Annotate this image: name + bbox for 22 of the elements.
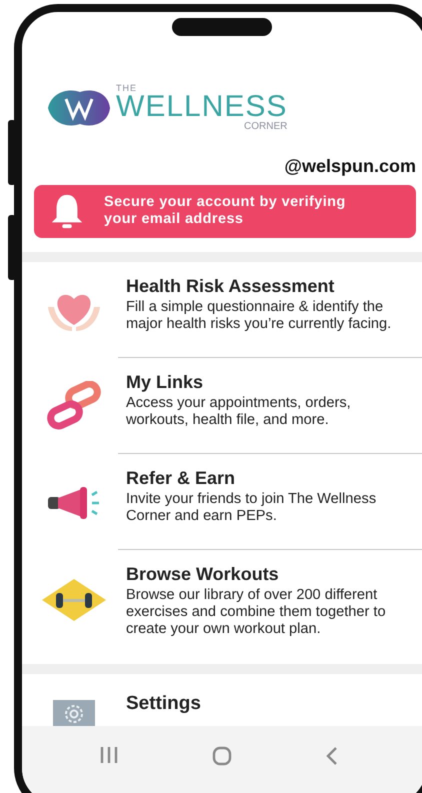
menu-item[interactable]: Refer & Earn Invite your friends to join The Wellness Corner and earn PEPs. <box>22 454 422 550</box>
menu-item-description: Access your appointments, orders, workouts, health file, and more. <box>126 395 352 429</box>
recent-apps-icon[interactable] <box>98 746 119 764</box>
menu-item[interactable]: Health Risk Assessment Fill a simple questionnaire & identify the major health risks you’re currently facing. <box>22 262 422 358</box>
menu-item-title: Health Risk Assessment <box>126 276 336 297</box>
chain-link-icon <box>44 381 104 431</box>
settings-item[interactable]: Settings <box>22 674 422 726</box>
logo-text: THE <box>116 84 138 93</box>
verify-email-banner[interactable]: Secure your account by verifying your email address <box>34 185 416 238</box>
menu-item-description: Browse our library of over 200 different exercises and combine them together to create your own workout plan. <box>126 587 387 638</box>
menu-item[interactable]: My Links Access your appointments, orders, workouts, health file, and more. <box>22 358 422 454</box>
menu-item-description: Fill a simple questionnaire & identify the major health risks you’re currently facing. <box>126 299 392 333</box>
menu-item-title: Browse Workouts <box>126 564 280 585</box>
menu-item-description: Invite your friends to join The Wellness Corner and earn PEPs. <box>126 491 378 525</box>
email-domain: @welspun.com <box>284 156 416 177</box>
menu-item[interactable]: Browse Workouts Browse our library of over 200 different exercises and combine them together to create your own workout plan. <box>22 550 422 650</box>
logo-text: CORNER <box>244 122 288 132</box>
home-icon[interactable] <box>212 746 232 766</box>
menu-item-title: Refer & Earn <box>126 468 236 489</box>
menu-item-title: My Links <box>126 372 204 393</box>
logo-text: WELLNESS <box>116 92 288 122</box>
back-icon[interactable] <box>325 746 340 766</box>
